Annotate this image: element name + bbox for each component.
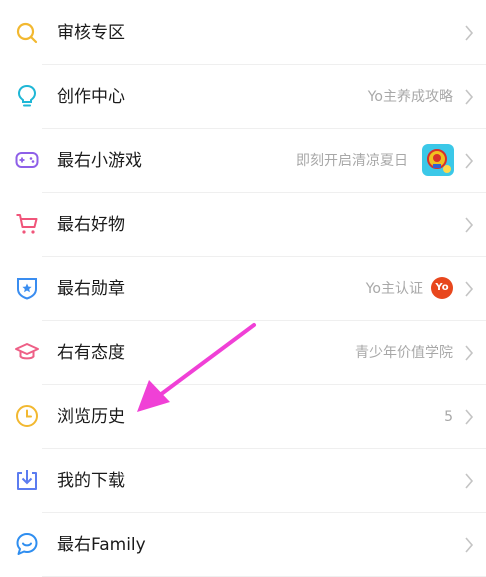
menu-item-goods[interactable]: 最右好物 [0,192,486,256]
menu-item-label: 最右勋章 [57,279,125,299]
menu-item-label: 创作中心 [57,87,125,107]
shopping-cart-icon [14,211,40,237]
menu-item-label: 最右小游戏 [57,151,142,171]
menu-item-label: 我的下载 [57,471,125,491]
menu-item-hint: 青少年价值学院 [355,345,453,361]
menu-item-medals[interactable]: 最右勋章 Yo主认证 Yo [0,256,486,320]
menu-item-my-downloads[interactable]: 我的下载 [0,448,486,512]
chevron-right-icon [463,280,475,298]
chevron-right-icon [463,408,475,426]
chevron-right-icon [463,152,475,170]
graduation-cap-icon [14,339,40,365]
chevron-right-icon [463,24,475,42]
chevron-right-icon [463,216,475,234]
menu-item-label: 右有态度 [57,343,125,363]
lightbulb-icon [14,83,40,109]
menu-item-creation-center[interactable]: 创作中心 Yo主养成攻略 [0,64,486,128]
menu-item-label: 最右好物 [57,215,125,235]
menu-item-hint: Yo主养成攻略 [367,89,453,105]
menu-item-family[interactable]: 最右Family [0,512,486,576]
yo-verified-badge: Yo [431,277,453,299]
menu-item-label: 浏览历史 [57,407,125,427]
clock-icon [14,403,40,429]
game-thumbnail-icon [422,144,454,176]
menu-item-hint: 即刻开启清凉夏日 [296,153,408,169]
menu-item-review[interactable]: 审核专区 [0,0,486,64]
menu-item-hint: Yo主认证 [365,281,423,297]
chevron-right-icon [463,344,475,362]
menu-item-label: 审核专区 [57,23,125,43]
menu-item-mini-games[interactable]: 最右小游戏 即刻开启清凉夏日 [0,128,486,192]
menu-item-attitude[interactable]: 右有态度 青少年价值学院 [0,320,486,384]
shield-star-icon [14,275,40,301]
menu-item-browse-history[interactable]: 浏览历史 5 [0,384,486,448]
history-count: 5 [444,409,453,425]
chevron-right-icon [463,472,475,490]
download-icon [14,467,40,493]
chevron-right-icon [463,536,475,554]
chat-bubble-icon [14,531,40,557]
chevron-right-icon [463,88,475,106]
search-magnifier-icon [14,20,40,46]
gamepad-icon [14,147,40,173]
menu-item-label: 最右Family [57,535,146,555]
